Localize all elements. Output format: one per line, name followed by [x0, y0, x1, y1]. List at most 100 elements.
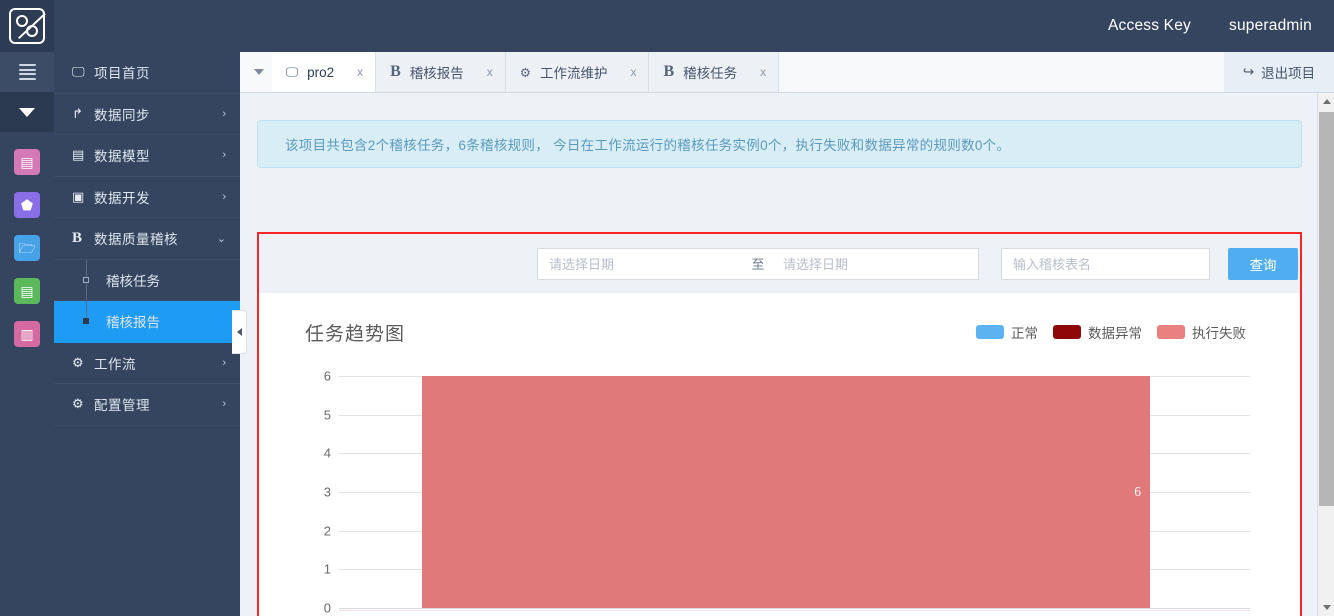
- app-logo[interactable]: [0, 0, 54, 52]
- tree-node-icon: [83, 318, 89, 325]
- legend-item-data-abnormal[interactable]: 数据异常: [1053, 322, 1142, 342]
- query-button[interactable]: 查询: [1228, 247, 1298, 280]
- tab-label: 稽核报告: [409, 66, 464, 81]
- chevron-down-icon: ⌄: [216, 232, 226, 245]
- gears-icon: ⚙: [519, 65, 531, 80]
- tab-close-icon[interactable]: x: [760, 65, 766, 79]
- tab-label: pro2: [307, 64, 335, 80]
- bold-b-icon: B: [72, 229, 83, 246]
- sidebar-item-label: 工作流: [94, 356, 136, 372]
- legend-label-exec-failed: 执行失败: [1192, 326, 1246, 341]
- chart-grid: 6: [339, 376, 1250, 609]
- bar-chart-icon[interactable]: ▥: [14, 321, 40, 347]
- database-icon: ▤: [72, 147, 85, 163]
- y-tick-label: 0: [323, 600, 331, 616]
- filter-bar: 请选择日期 至 请选择日期 输入稽核表名 查询: [259, 234, 1300, 293]
- table-name-input[interactable]: 输入稽核表名: [1001, 247, 1210, 280]
- sidebar-item-data-dev[interactable]: ▣ 数据开发 ›: [54, 177, 240, 218]
- tree-node-icon: [83, 276, 89, 283]
- sidebar-item-audit-task[interactable]: 稽核任务: [54, 259, 240, 301]
- sync-arrow-icon: ↱: [72, 105, 83, 121]
- summary-banner-text: 该项目共包含2个稽核任务，6条稽核规则， 今日在工作流运行的稽核任务实例0个，执…: [285, 138, 1011, 153]
- shield-icon[interactable]: ⬟: [14, 192, 40, 218]
- tab-bar: 🖵 pro2 x B 稽核报告 x ⚙ 工作流维护 x B 稽核任务 x ↪ 退…: [240, 52, 1334, 93]
- sidebar-item-audit-report[interactable]: 稽核报告: [54, 301, 240, 343]
- y-tick-label: 5: [323, 407, 331, 423]
- y-tick-label: 6: [323, 368, 331, 384]
- scrollbar-thumb[interactable]: [1319, 112, 1334, 506]
- tab-close-icon[interactable]: x: [630, 65, 636, 79]
- chart-card: 任务趋势图 正常 数据异常 执行失败 6 5 4 3 2 1 0 6: [259, 293, 1300, 616]
- folder-search-icon[interactable]: 🗁: [14, 235, 40, 261]
- chevron-right-icon: ›: [222, 398, 226, 411]
- tab-label: 稽核任务: [683, 66, 738, 81]
- user-menu-button[interactable]: superadmin: [1229, 17, 1312, 35]
- tab-pro2[interactable]: 🖵 pro2 x: [272, 52, 377, 92]
- table-name-placeholder: 输入稽核表名: [1013, 257, 1092, 272]
- legend-swatch-exec-failed: [1157, 325, 1185, 339]
- date-from-input[interactable]: 请选择日期: [537, 247, 744, 280]
- access-key-button[interactable]: Access Key: [1108, 17, 1191, 35]
- file-code-icon: ▣: [72, 188, 85, 204]
- date-to-input[interactable]: 请选择日期: [772, 247, 979, 280]
- top-header: Access Key superadmin: [0, 0, 1334, 52]
- rail-caret-down-icon[interactable]: [0, 92, 54, 132]
- bar-exec-failed-20161114[interactable]: 6: [422, 376, 1150, 608]
- sidebar-item-config-mgmt[interactable]: ⚙ 配置管理 ›: [54, 384, 240, 426]
- tab-audit-task[interactable]: B 稽核任务 x: [649, 52, 780, 92]
- sidebar-item-data-model[interactable]: ▤ 数据模型 ›: [54, 135, 240, 177]
- report-panel: 请选择日期 至 请选择日期 输入稽核表名 查询 任务趋势图 正常 数据异常 执行…: [257, 232, 1302, 616]
- legend-item-normal[interactable]: 正常: [976, 322, 1038, 342]
- scroll-up-arrow-icon[interactable]: [1318, 93, 1334, 110]
- sidebar-item-label: 配置管理: [94, 398, 150, 414]
- tab-workflow-maintain[interactable]: ⚙ 工作流维护 x: [505, 52, 650, 92]
- vertical-scrollbar[interactable]: [1317, 93, 1334, 616]
- header-actions: Access Key superadmin: [1108, 0, 1312, 52]
- sidebar-item-label: 数据同步: [94, 107, 150, 123]
- legend-item-exec-failed[interactable]: 执行失败: [1157, 322, 1246, 342]
- sidebar-item-label: 数据模型: [94, 149, 150, 165]
- hamburger-icon[interactable]: [0, 52, 54, 92]
- y-tick-label: 4: [323, 445, 331, 461]
- exit-project-label: 退出项目: [1261, 66, 1316, 81]
- date-to-placeholder: 请选择日期: [783, 257, 849, 272]
- bold-b-icon: B: [663, 63, 675, 80]
- tab-dropdown-caret-icon[interactable]: [246, 52, 272, 92]
- summary-banner: 该项目共包含2个稽核任务，6条稽核规则， 今日在工作流运行的稽核任务实例0个，执…: [257, 120, 1302, 168]
- icon-rail: ▤ ⬟ 🗁 ▤ ▥: [0, 52, 54, 616]
- page-content: 该项目共包含2个稽核任务，6条稽核规则， 今日在工作流运行的稽核任务实例0个，执…: [240, 93, 1334, 616]
- monitor-icon: 🖵: [72, 64, 85, 80]
- y-axis-labels: 6 5 4 3 2 1 0: [305, 369, 331, 616]
- gears-icon: ⚙: [72, 354, 84, 370]
- date-from-placeholder: 请选择日期: [549, 257, 615, 272]
- legend-swatch-data-abnormal: [1053, 325, 1081, 339]
- tab-close-icon[interactable]: x: [487, 65, 493, 79]
- sidebar-item-data-quality[interactable]: B 数据质量稽核 ⌄: [54, 218, 240, 260]
- chart-plot-area: 6 5 4 3 2 1 0 6: [305, 369, 1250, 616]
- sidebar-nav: 🖵 项目首页 ↱ 数据同步 › ▤ 数据模型 › ▣ 数据开发 › B 数据质量…: [54, 52, 240, 616]
- legend-label-normal: 正常: [1011, 326, 1038, 341]
- exit-project-button[interactable]: ↪ 退出项目: [1224, 52, 1334, 92]
- gear-icon: ⚙: [72, 396, 84, 412]
- monitor-icon: 🖵: [286, 64, 299, 79]
- sidebar-subitem-label: 稽核任务: [106, 273, 160, 289]
- y-tick-label: 1: [323, 561, 331, 577]
- y-tick-label: 2: [323, 523, 331, 539]
- sidebar-subitem-label: 稽核报告: [106, 315, 160, 331]
- scroll-down-arrow-icon[interactable]: [1318, 599, 1334, 616]
- sidebar-item-data-sync[interactable]: ↱ 数据同步 ›: [54, 94, 240, 135]
- tab-list: 🖵 pro2 x B 稽核报告 x ⚙ 工作流维护 x B 稽核任务 x: [272, 52, 780, 93]
- bold-b-icon: B: [390, 63, 401, 80]
- logout-icon: ↪: [1242, 64, 1255, 79]
- rail-icon-list: ▤ ⬟ 🗁 ▤ ▥: [0, 132, 54, 347]
- tab-audit-report[interactable]: B 稽核报告 x: [376, 52, 506, 92]
- sidebar-item-workflow[interactable]: ⚙ 工作流 ›: [54, 343, 240, 384]
- sidebar-collapse-handle[interactable]: [232, 310, 247, 354]
- chevron-right-icon: ›: [222, 149, 226, 162]
- sidebar-item-label: 项目首页: [94, 66, 150, 82]
- tab-close-icon[interactable]: x: [357, 65, 363, 79]
- database-tool-icon[interactable]: ▤: [14, 278, 40, 304]
- sidebar-item-project-home[interactable]: 🖵 项目首页: [54, 52, 240, 94]
- calendar-icon[interactable]: ▤: [14, 149, 40, 175]
- x-axis-line: [339, 610, 1250, 611]
